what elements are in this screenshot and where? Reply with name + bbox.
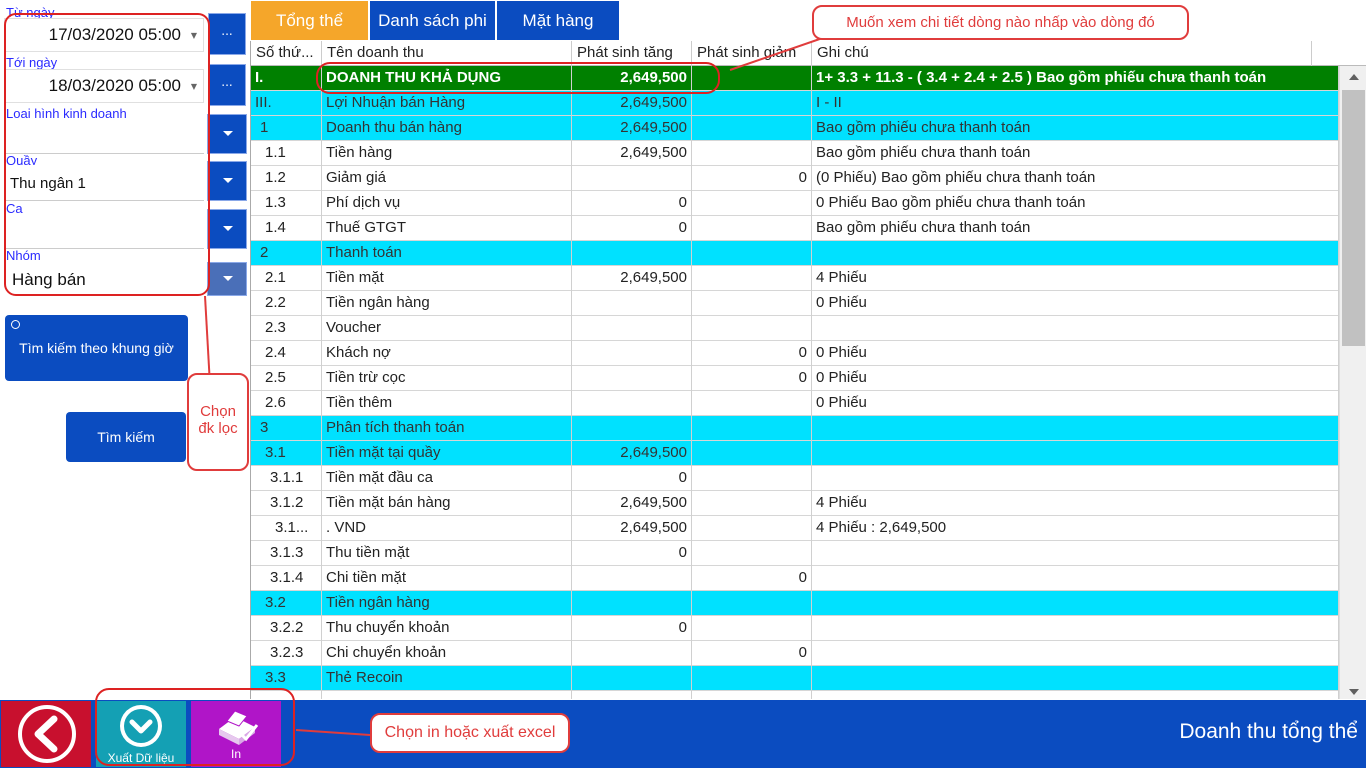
callout-filter-line2: đk lọc [198, 420, 238, 437]
callout-row-detail: Muốn xem chi tiết dòng nào nhấp vào dòng… [812, 5, 1189, 40]
callout-filter-line1: Chọn [200, 403, 236, 420]
app-window: Từ ngày 17/03/2020 05:00 ▼ ... Tới ngày … [0, 0, 1366, 768]
callout-print-export: Chọn in hoặc xuất excel [370, 713, 570, 753]
callout-filter: Chọn đk lọc [187, 373, 249, 471]
